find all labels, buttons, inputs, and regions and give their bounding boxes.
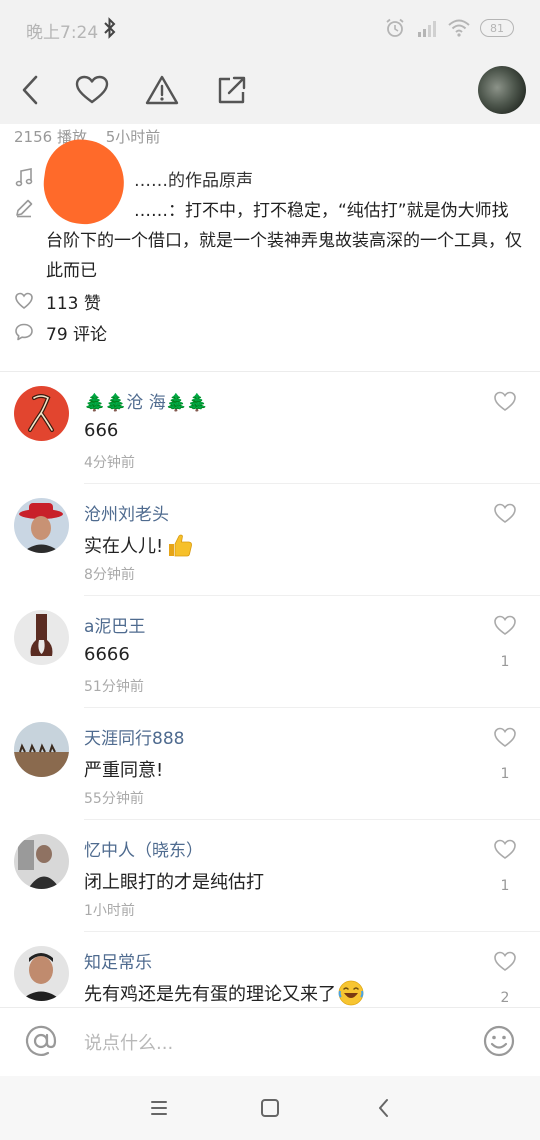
menu-icon[interactable]	[145, 1094, 173, 1122]
comment-text: 实在人儿!	[84, 532, 193, 558]
comment-like-count: 2	[500, 990, 510, 1006]
laughing-emoji	[338, 980, 364, 1006]
thumbs-up-emoji	[169, 534, 193, 557]
status-time: 晚上7:24	[26, 23, 99, 43]
comment-like-count: 1	[500, 654, 510, 670]
comment-time: 4分钟前	[84, 455, 135, 471]
avatar-image	[14, 946, 69, 1001]
bluetooth-icon	[104, 17, 116, 39]
comment-like-icon[interactable]	[493, 390, 517, 412]
commenter-avatar[interactable]	[14, 722, 69, 777]
comment-time: 8分钟前	[84, 567, 135, 583]
comment-text-content: 实在人儿!	[84, 536, 164, 557]
commenter-name[interactable]: 🌲🌲沧 海🌲🌲	[84, 388, 208, 413]
wifi-icon	[448, 19, 470, 37]
comment-like-count: 1	[500, 766, 510, 782]
back-button[interactable]	[12, 72, 48, 108]
pencil-icon	[16, 199, 33, 218]
comment-item[interactable]: a泥巴王 6666 51分钟前 1	[0, 596, 540, 708]
avatar-image	[14, 498, 69, 553]
comments-row[interactable]: 79 评论	[14, 320, 107, 345]
nav-back-icon[interactable]	[370, 1094, 398, 1122]
top-bar: 晚上7:24 81	[0, 0, 540, 124]
home-icon[interactable]	[256, 1094, 284, 1122]
status-icons: 81	[384, 18, 514, 38]
comment-bubble-icon	[15, 323, 33, 341]
commenter-avatar[interactable]	[14, 386, 69, 441]
alarm-icon	[386, 18, 404, 37]
comment-item[interactable]: 🌲🌲沧 海🌲🌲 666 4分钟前	[0, 372, 540, 484]
comment-item[interactable]: 天涯同行888 严重同意! 55分钟前 1	[0, 708, 540, 820]
comment-like-icon[interactable]	[493, 726, 517, 748]
comment-like-count: 1	[500, 878, 510, 894]
likes-row[interactable]: 113 赞	[14, 289, 101, 314]
comment-text: 先有鸡还是先有蛋的理论又来了	[84, 980, 364, 1006]
avatar[interactable]	[478, 66, 526, 114]
comment-input-bar	[0, 1007, 540, 1075]
comment-input[interactable]	[84, 1028, 464, 1058]
commenter-avatar[interactable]	[14, 834, 69, 889]
toolbar	[0, 58, 540, 124]
comment-time: 1小时前	[84, 903, 135, 919]
avatar-image	[14, 722, 69, 777]
avatar-image	[14, 386, 69, 441]
commenter-avatar[interactable]	[14, 946, 69, 1001]
back-icon	[22, 75, 38, 105]
comment-like-icon[interactable]	[493, 950, 517, 972]
comment-text-content: 先有鸡还是先有蛋的理论又来了	[84, 984, 336, 1005]
comment-item[interactable]: 忆中人（晓东） 闭上眼打的才是纯估打 1小时前 1	[0, 820, 540, 932]
avatar-image	[14, 834, 69, 889]
likes-count: 113 赞	[46, 294, 101, 314]
post-description: ……：打不中，打不稳定，“纯估打”就是伪大师找台阶下的一个借口，就是一个装神弄鬼…	[46, 201, 522, 281]
signal-icon	[418, 21, 436, 37]
emoji-icon[interactable]	[482, 1024, 516, 1058]
commenter-name[interactable]: 忆中人（晓东）	[84, 836, 203, 861]
mention-icon[interactable]	[24, 1024, 58, 1058]
commenter-name[interactable]: a泥巴王	[84, 612, 145, 637]
commenter-name[interactable]: 知足常乐	[84, 948, 152, 973]
comments-count: 79 评论	[46, 325, 108, 345]
post-time: 5小时前	[105, 128, 161, 146]
commenter-name[interactable]: 沧州刘老头	[84, 500, 169, 525]
commenter-name[interactable]: 天涯同行888	[84, 724, 184, 749]
battery-icon: 81	[480, 19, 514, 37]
system-nav-bar	[0, 1076, 540, 1140]
status-bar: 晚上7:24 81	[0, 0, 540, 58]
comment-item[interactable]: 沧州刘老头 实在人儿! 8分钟前	[0, 484, 540, 596]
music-note-icon	[15, 168, 33, 187]
like-post-button[interactable]	[74, 72, 110, 108]
share-button[interactable]	[214, 72, 250, 108]
heart-outline-icon	[15, 292, 33, 310]
comment-item[interactable]: 知足常乐 先有鸡还是先有蛋的理论又来了 2	[0, 932, 540, 1007]
comment-time: 55分钟前	[84, 791, 144, 807]
warning-icon	[145, 75, 179, 105]
commenter-avatar[interactable]	[14, 610, 69, 665]
commenter-avatar[interactable]	[14, 498, 69, 553]
comment-like-icon[interactable]	[493, 838, 517, 860]
report-button[interactable]	[144, 72, 180, 108]
comment-text: 闭上眼打的才是纯估打	[84, 872, 264, 893]
comment-like-icon[interactable]	[493, 614, 517, 636]
comment-like-icon[interactable]	[493, 502, 517, 524]
comment-text: 666	[84, 420, 119, 441]
comment-text: 严重同意!	[84, 760, 164, 781]
avatar-image	[14, 610, 69, 665]
heart-icon	[75, 75, 109, 104]
comment-text: 6666	[84, 644, 130, 665]
share-icon	[218, 76, 246, 104]
comment-time: 51分钟前	[84, 679, 144, 695]
